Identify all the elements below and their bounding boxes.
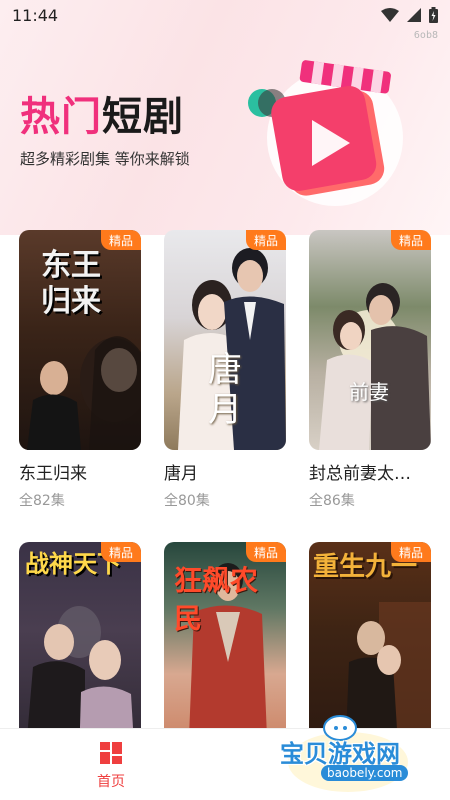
premium-badge: 精品 — [100, 542, 141, 562]
title-part-hot: 热门 — [20, 94, 102, 140]
drama-card[interactable]: 唐月 精品 唐月 全80集 — [164, 230, 286, 510]
signal-icon — [407, 8, 421, 22]
nav-home-tab[interactable]: 首页 — [91, 741, 131, 791]
hero-subtitle: 超多精彩剧集 等你来解锁 — [20, 150, 190, 168]
drama-title[interactable]: 唐月 — [164, 459, 286, 484]
page-title: 热门短剧 — [20, 84, 184, 142]
episode-count: 全80集 — [164, 493, 210, 509]
poster-title-art: 前妻 — [349, 380, 389, 404]
device-tag: 6ob8 — [413, 30, 438, 41]
status-bar: 11:44 — [0, 0, 450, 30]
premium-badge: 精品 — [245, 542, 286, 562]
status-time: 11:44 — [12, 5, 59, 25]
episode-count: 全86集 — [309, 493, 355, 509]
watermark-text: 宝贝游戏网 — [280, 740, 400, 768]
poster-title-art: 东王归来 — [41, 248, 101, 319]
drama-card[interactable]: 东王归来 精品 东王归来 全82集 — [19, 230, 141, 510]
battery-icon — [429, 7, 438, 23]
status-icons — [381, 7, 438, 23]
drama-grid: 东王归来 精品 东王归来 全82集 唐月 精品 唐月 全80集 前妻 精品 封总… — [19, 230, 432, 762]
poster-title-art: 唐月 — [208, 350, 242, 430]
drama-title[interactable]: 封总前妻太… — [309, 459, 431, 484]
drama-poster[interactable]: 唐月 精品 — [164, 230, 286, 450]
premium-badge: 精品 — [245, 230, 286, 250]
clapperboard-play-icon — [248, 60, 403, 206]
watermark-url: baobely.com — [321, 765, 409, 781]
drama-card[interactable]: 前妻 精品 封总前妻太… 全86集 — [309, 230, 431, 510]
premium-badge: 精品 — [390, 230, 431, 250]
drama-title[interactable]: 东王归来 — [19, 459, 141, 484]
nav-home-label: 首页 — [97, 774, 125, 790]
premium-badge: 精品 — [100, 230, 141, 250]
poster-figures-image — [319, 283, 431, 450]
premium-badge: 精品 — [390, 542, 431, 562]
episode-count: 全82集 — [19, 493, 65, 509]
home-grid-icon — [100, 742, 122, 764]
drama-poster[interactable]: 东王归来 精品 — [19, 230, 141, 450]
drama-poster[interactable]: 前妻 精品 — [309, 230, 431, 450]
title-part-drama: 短剧 — [102, 94, 184, 140]
wifi-icon — [381, 8, 399, 22]
poster-title-art: 狂飙农民 — [174, 564, 259, 635]
